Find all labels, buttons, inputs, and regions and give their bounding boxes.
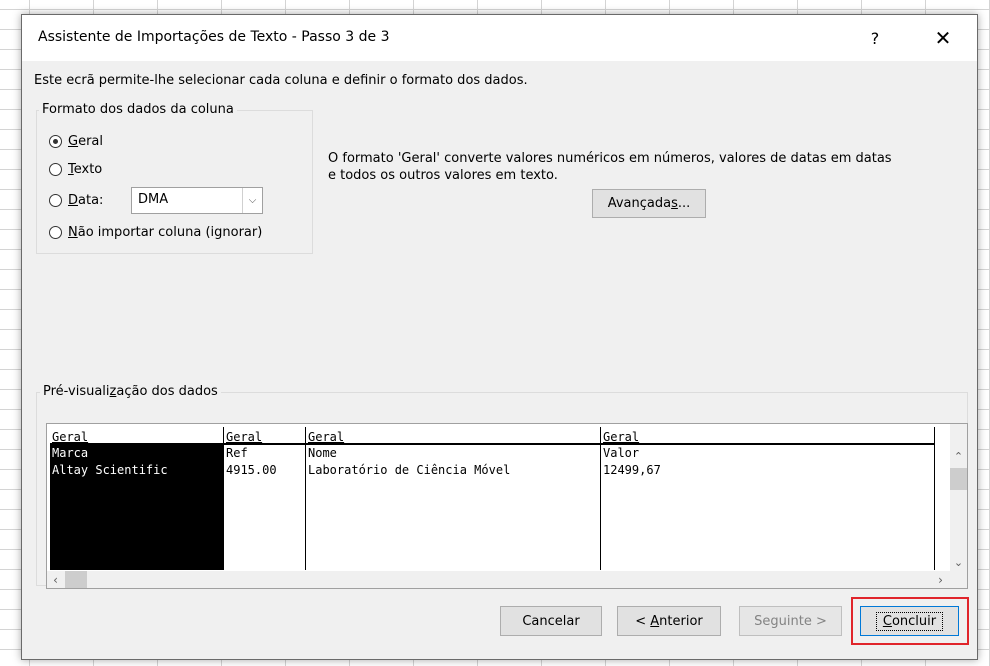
horizontal-scrollbar[interactable]: ‹ › xyxy=(47,571,967,588)
preview-column-2[interactable]: Geral Ref 4915.00 xyxy=(224,427,306,570)
scroll-right-icon[interactable]: › xyxy=(932,571,949,588)
preview-cell: Ref xyxy=(226,446,248,460)
column-header[interactable]: Geral xyxy=(601,427,934,445)
advanced-button[interactable]: Avançadas... xyxy=(592,189,706,218)
horizontal-scroll-thumb[interactable] xyxy=(65,571,87,588)
column-header[interactable]: Geral xyxy=(306,427,600,445)
radio-data[interactable]: Data: xyxy=(49,193,103,208)
data-preview-table: Geral Marca Altay Scientific Geral Ref 4… xyxy=(50,427,935,570)
date-format-value: DMA xyxy=(138,192,169,207)
column-header[interactable]: Geral xyxy=(50,427,223,445)
date-format-select[interactable]: DMA ⌵ xyxy=(131,187,263,214)
radio-unselected-icon xyxy=(49,194,62,207)
column-format-group-label: Formato dos dados da coluna xyxy=(39,102,237,117)
format-description-line2: e todos os outros valores em texto. xyxy=(328,168,558,183)
data-preview-label: Pré-visualização dos dados xyxy=(40,384,221,399)
back-button[interactable]: < Anterior xyxy=(617,606,721,636)
preview-column-4[interactable]: Geral Valor 12499,67 xyxy=(601,427,935,570)
text-import-wizard-dialog: Assistente de Importações de Texto - Pas… xyxy=(21,14,978,660)
radio-unselected-icon xyxy=(49,226,62,239)
scroll-up-icon[interactable]: ⌃ xyxy=(950,448,967,465)
preview-cell: 4915.00 xyxy=(226,463,277,477)
title-bar: Assistente de Importações de Texto - Pas… xyxy=(22,15,977,61)
radio-texto[interactable]: Texto xyxy=(49,162,102,177)
column-header[interactable]: Geral xyxy=(224,427,305,445)
dialog-title: Assistente de Importações de Texto - Pas… xyxy=(38,29,390,45)
next-button[interactable]: Seguinte > xyxy=(739,606,842,636)
radio-geral[interactable]: Geral xyxy=(49,134,103,149)
intro-text: Este ecrã permite-lhe selecionar cada co… xyxy=(34,73,528,88)
preview-cell: Marca xyxy=(52,446,89,460)
finish-button-highlight xyxy=(851,597,969,645)
radio-selected-icon xyxy=(49,135,62,148)
preview-column-1[interactable]: Geral Marca Altay Scientific xyxy=(50,427,224,570)
help-button[interactable]: ? xyxy=(854,23,896,53)
preview-cell: Nome xyxy=(308,446,337,460)
scroll-down-icon[interactable]: ⌄ xyxy=(950,554,967,571)
preview-cell: Altay Scientific xyxy=(52,463,168,477)
chevron-down-icon: ⌵ xyxy=(242,188,262,213)
format-description-line1: O formato 'Geral' converte valores numér… xyxy=(328,151,892,166)
data-preview-pane[interactable]: Geral Marca Altay Scientific Geral Ref 4… xyxy=(46,423,968,589)
cancel-button[interactable]: Cancelar xyxy=(500,606,602,636)
vertical-scroll-thumb[interactable] xyxy=(950,468,967,490)
radio-nao-importar[interactable]: Não importar coluna (ignorar) xyxy=(49,225,262,240)
preview-cell: Valor xyxy=(603,446,640,460)
radio-unselected-icon xyxy=(49,163,62,176)
preview-cell: Laboratório de Ciência Móvel xyxy=(308,463,511,477)
scroll-left-icon[interactable]: ‹ xyxy=(47,571,64,588)
preview-cell: 12499,67 xyxy=(603,463,661,477)
preview-column-3[interactable]: Geral Nome Laboratório de Ciência Móvel xyxy=(306,427,601,570)
vertical-scrollbar[interactable]: ⌃ ⌄ xyxy=(950,424,967,572)
close-icon[interactable]: ✕ xyxy=(922,23,964,53)
